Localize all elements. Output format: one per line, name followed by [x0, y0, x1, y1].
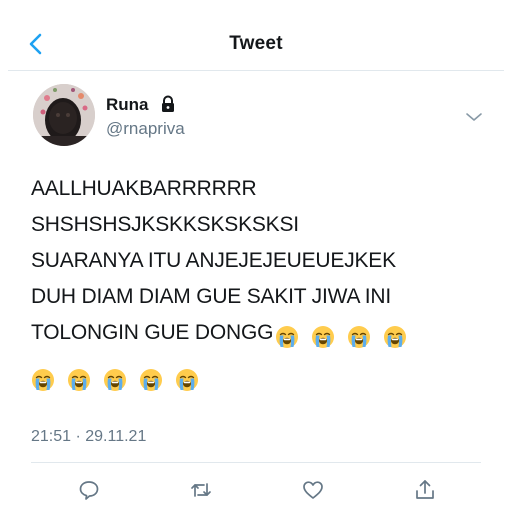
- tweet-actions: [0, 474, 512, 506]
- crying-face-emoji: [139, 368, 163, 392]
- header: Tweet: [0, 0, 512, 70]
- tweet-line: SUARANYA ITU ANJEJEJEUEUEJKEK: [31, 249, 396, 272]
- tweet-line: TOLONGIN GUE DONGG: [31, 321, 274, 344]
- tweet-timestamp[interactable]: 21:51 · 29.11.21: [31, 428, 146, 446]
- crying-face-emoji: [347, 325, 371, 349]
- crying-face-emoji: [67, 368, 91, 392]
- emoji-group: [273, 319, 419, 355]
- avatar[interactable]: [33, 84, 95, 146]
- emoji-group: [31, 368, 211, 396]
- header-divider: [8, 70, 504, 71]
- tweet-line: AALLHUAKBARRRRRR: [31, 177, 257, 200]
- heart-icon[interactable]: [301, 478, 325, 502]
- author-name[interactable]: Runa: [106, 95, 149, 115]
- tweet-detail-screen: Tweet Runa @rnapriva AALLHUAKBARRRRRR SH…: [0, 0, 512, 512]
- crying-face-emoji: [103, 368, 127, 392]
- actions-divider: [31, 462, 481, 463]
- share-icon[interactable]: [413, 478, 437, 502]
- crying-face-emoji: [175, 368, 199, 392]
- crying-face-emoji: [31, 368, 55, 392]
- tweet-line: SHSHSHSJKSKKSKSKSKSI: [31, 213, 299, 236]
- tweet-line-with-emoji: TOLONGIN GUE DONGG: [31, 315, 491, 351]
- retweet-icon[interactable]: [189, 478, 213, 502]
- crying-face-emoji: [275, 325, 299, 349]
- chevron-down-icon[interactable]: [464, 110, 484, 124]
- tweet-text: AALLHUAKBARRRRRR SHSHSHSJKSKKSKSKSKSI SU…: [31, 171, 491, 351]
- lock-icon: [159, 95, 177, 113]
- page-title: Tweet: [229, 33, 283, 54]
- author-handle[interactable]: @rnapriva: [106, 119, 185, 139]
- tweet-line: DUH DIAM DIAM GUE SAKIT JIWA INI: [31, 285, 391, 308]
- comment-icon[interactable]: [77, 478, 101, 502]
- crying-face-emoji: [383, 325, 407, 349]
- crying-face-emoji: [311, 325, 335, 349]
